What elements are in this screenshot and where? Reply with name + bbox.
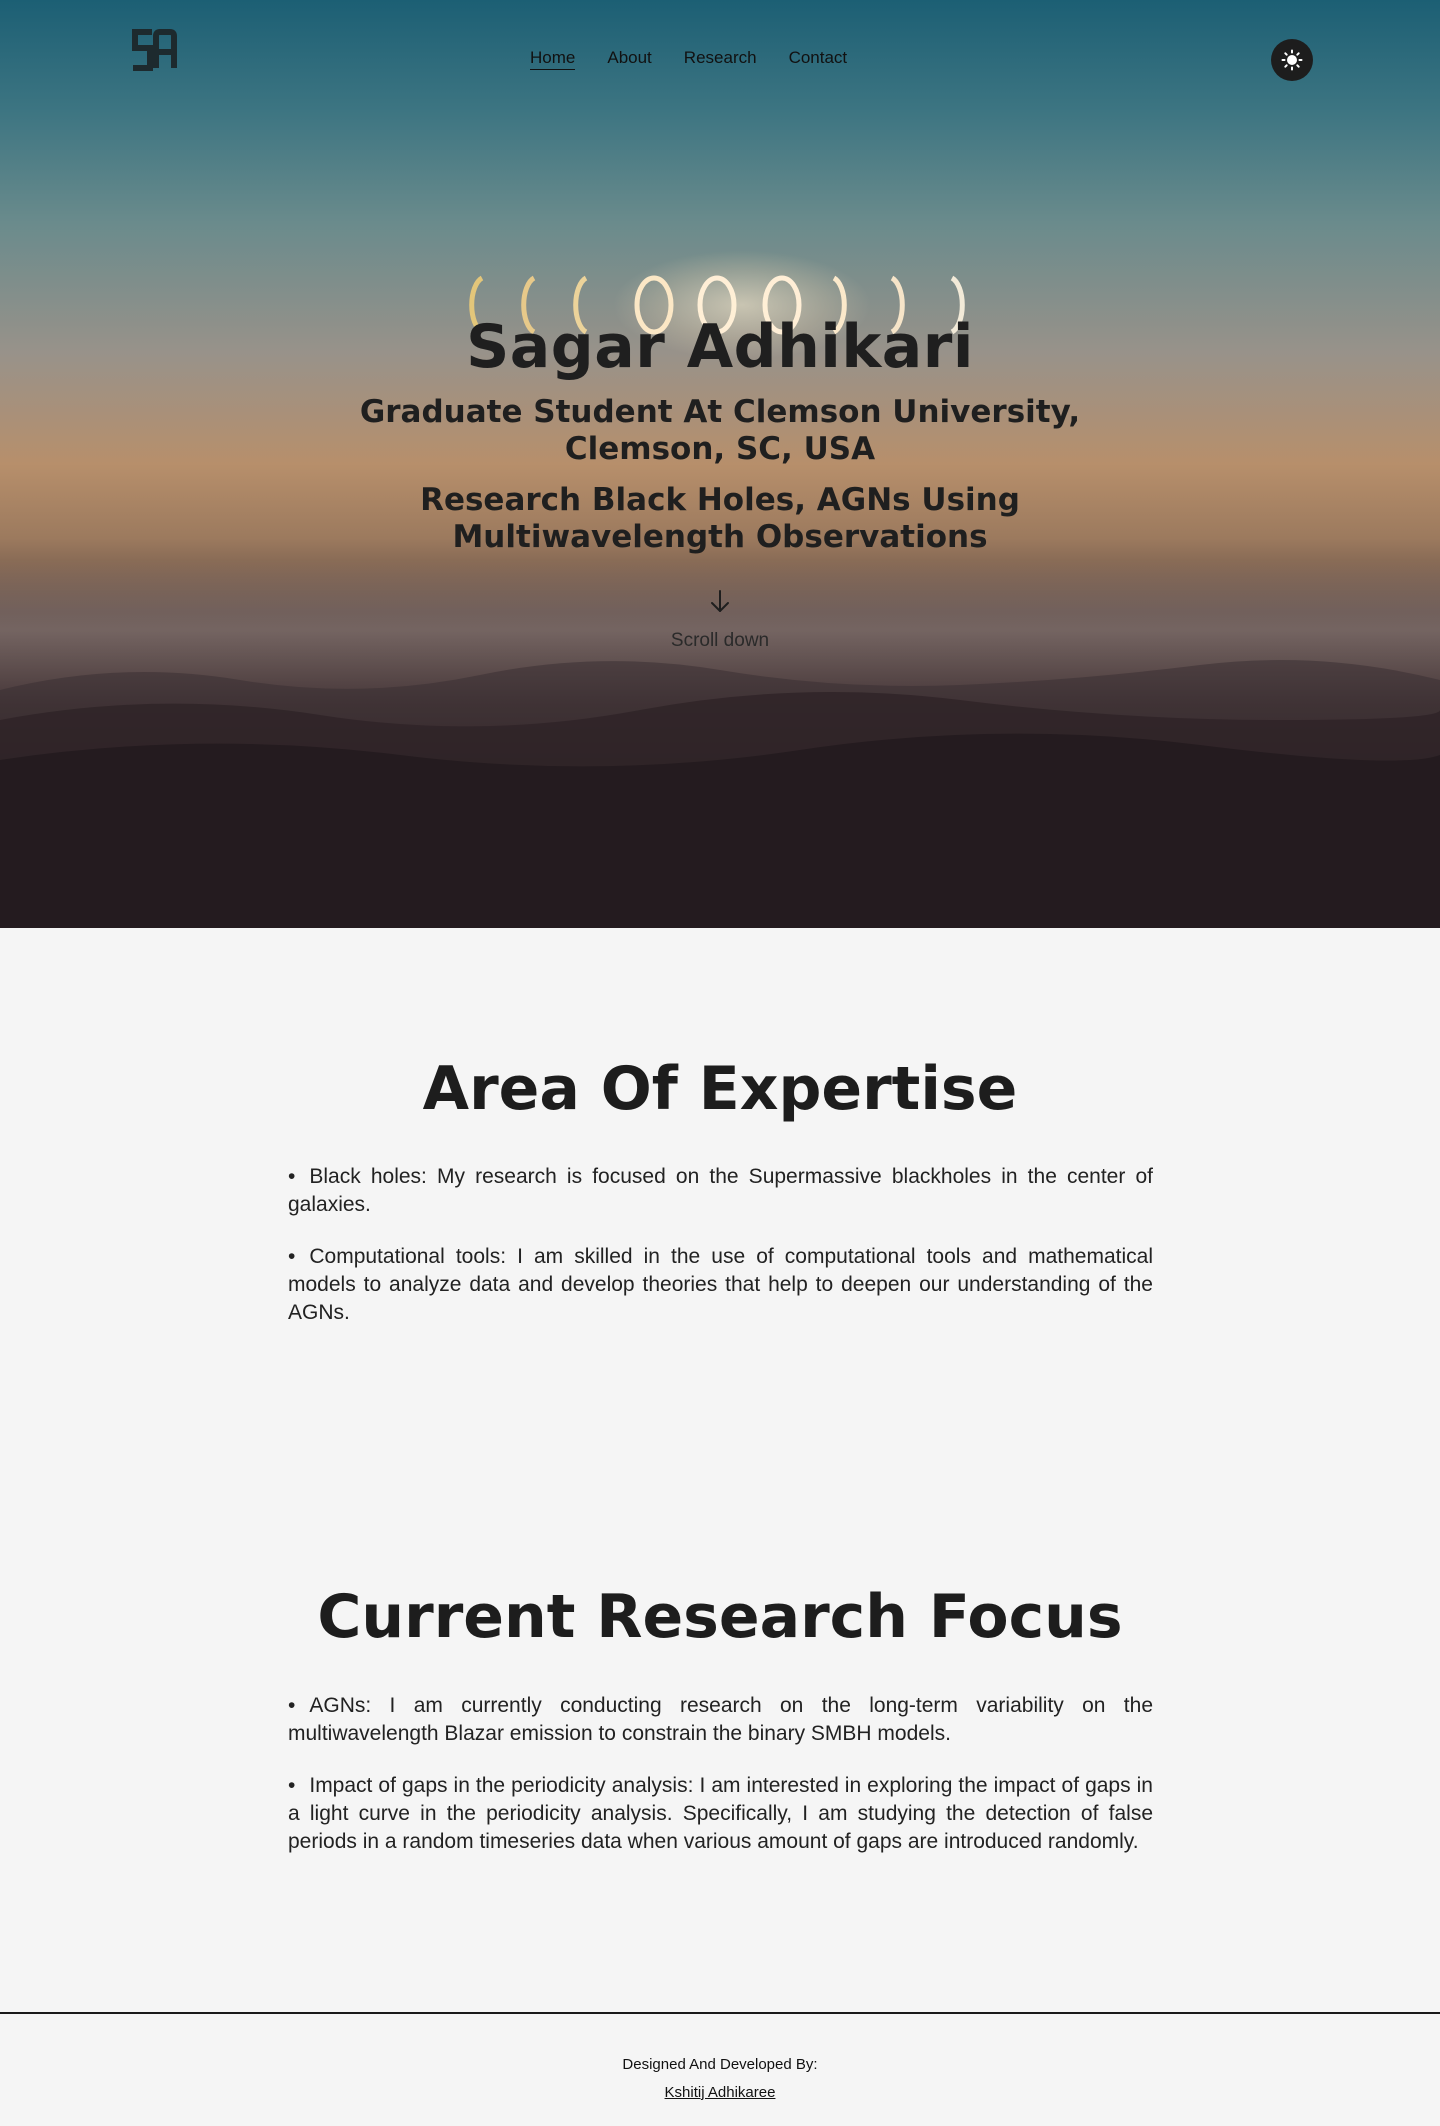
list-item: AGNs: I am currently conducting research…	[288, 1692, 1153, 1748]
hero-section: Home About Research Contact Sagar Adhika…	[0, 0, 1440, 928]
nav-link-contact[interactable]: Contact	[789, 48, 848, 70]
research-focus-title: Current Research Focus	[317, 1582, 1123, 1652]
scroll-down-link[interactable]: Scroll down	[0, 630, 1440, 652]
expertise-title: Area Of Expertise	[422, 1054, 1018, 1124]
list-item: Computational tools: I am skilled in the…	[288, 1243, 1153, 1327]
nav-link-research[interactable]: Research	[684, 48, 757, 70]
footer-author: Kshitij Adhikaree	[0, 2084, 1440, 2101]
list-item: Black holes: My research is focused on t…	[288, 1163, 1153, 1219]
hero-name: Sagar Adhikari	[466, 312, 974, 382]
nav-link-about[interactable]: About	[607, 48, 651, 70]
expertise-list: Black holes: My research is focused on t…	[288, 1163, 1153, 1351]
hero-role-line2: Clemson, SC, USA	[564, 431, 876, 467]
list-item: Impact of gaps in the periodicity analys…	[288, 1772, 1153, 1856]
theme-toggle-button[interactable]	[1271, 39, 1313, 81]
hero-role: Graduate Student At Clemson University, …	[0, 394, 1440, 468]
footer-author-link[interactable]: Kshitij Adhikaree	[665, 2084, 776, 2101]
research-focus-list: AGNs: I am currently conducting research…	[288, 1692, 1153, 1880]
main-nav: Home About Research Contact	[530, 48, 847, 70]
nav-link-home[interactable]: Home	[530, 48, 576, 70]
sun-icon	[1281, 49, 1303, 71]
hero-research-line2: Multiwavelength Observations	[452, 519, 988, 555]
site-logo[interactable]	[130, 26, 178, 74]
hero-research-line1: Research Black Holes, AGNs Using	[420, 482, 1020, 518]
arrow-down-icon[interactable]	[708, 589, 732, 615]
hero-role-line1: Graduate Student At Clemson University,	[359, 394, 1081, 430]
footer-credit-label: Designed And Developed By:	[622, 2056, 818, 2073]
hero-landscape	[0, 660, 1440, 928]
hero-research: Research Black Holes, AGNs Using Multiwa…	[0, 482, 1440, 556]
footer: Designed And Developed By: Kshitij Adhik…	[0, 2012, 1440, 2126]
